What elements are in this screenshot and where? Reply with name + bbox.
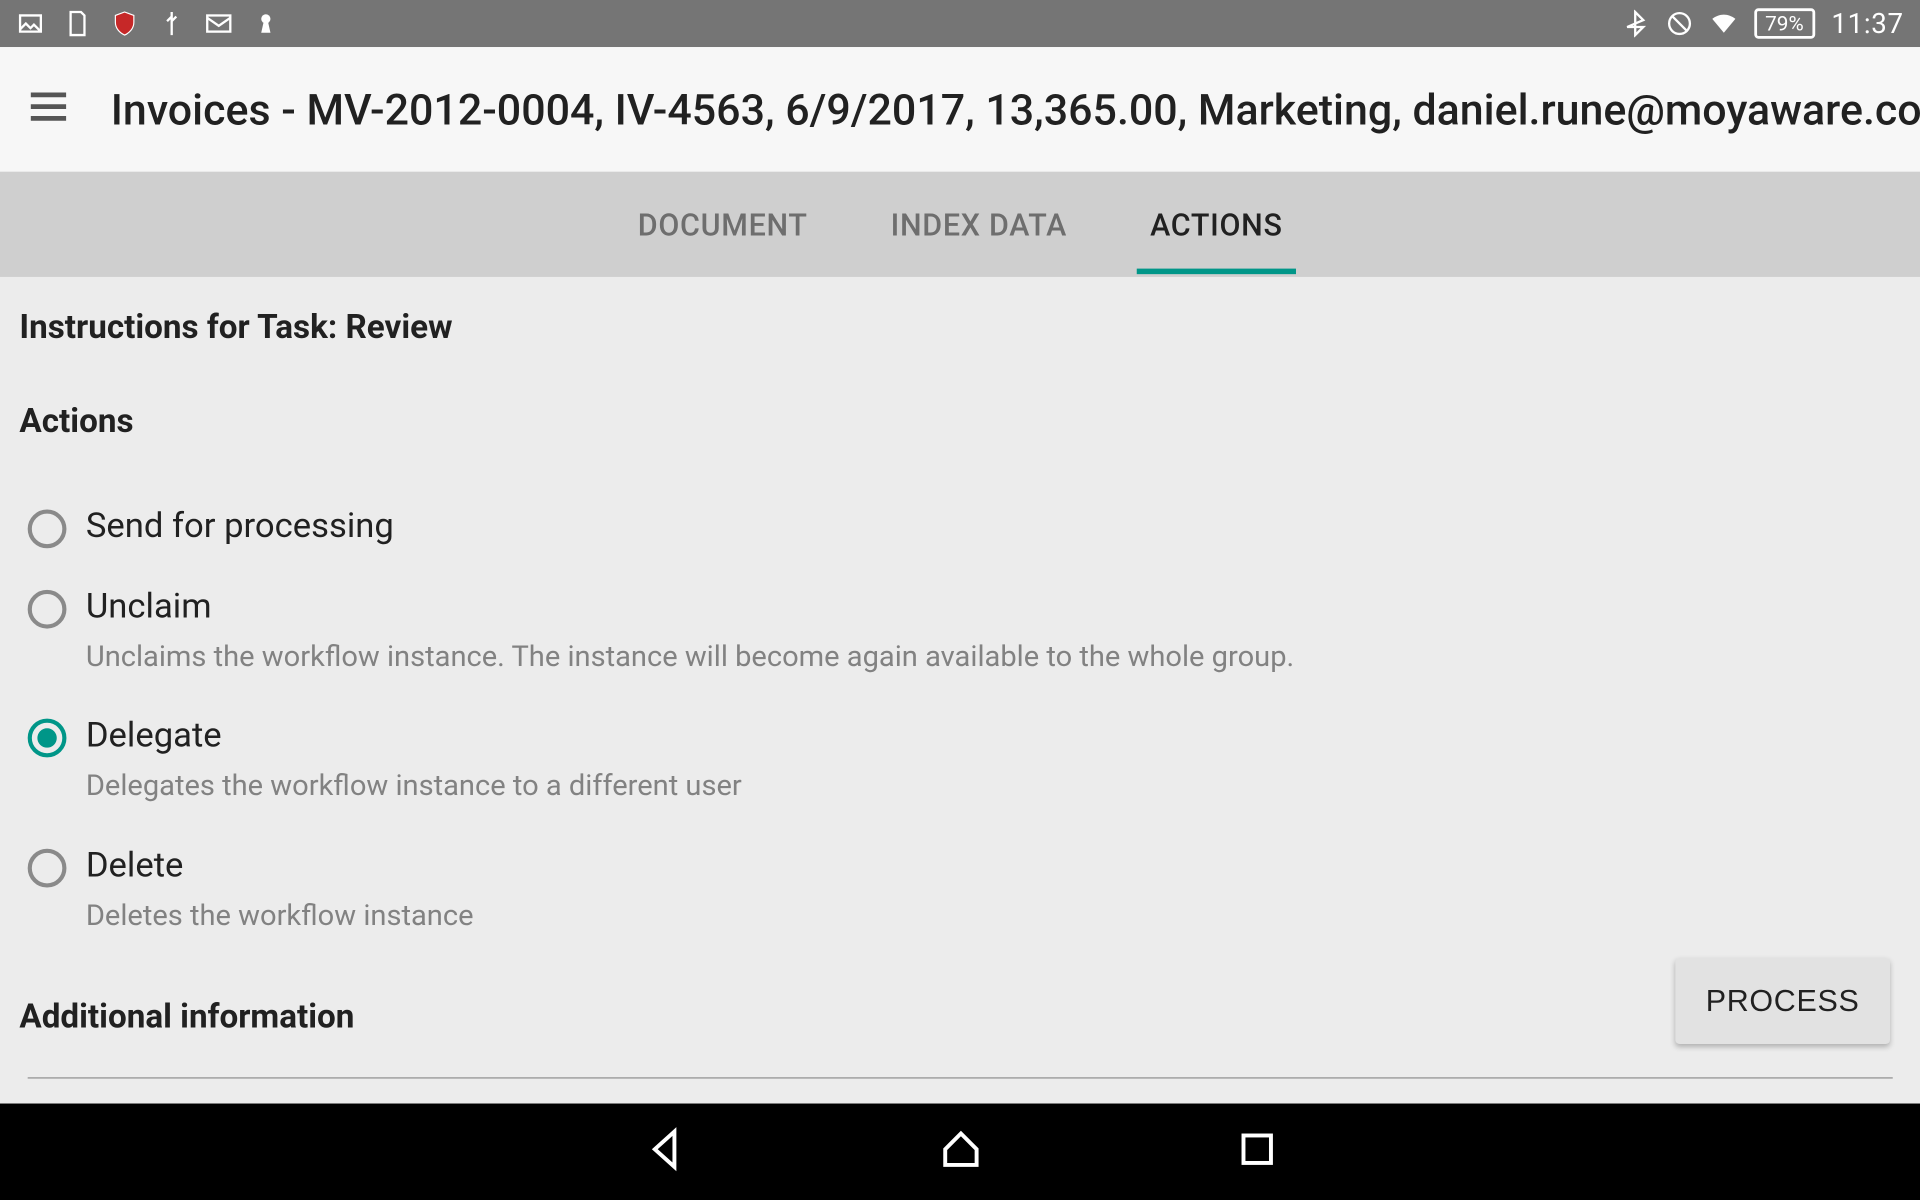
actions-radio-group: Send for processing Unclaim Unclaims the… [19, 482, 1901, 950]
content-area: Instructions for Task: Review Actions Se… [0, 277, 1920, 1079]
android-nav-bar [0, 1104, 1920, 1200]
radio-icon [28, 590, 67, 629]
tab-document[interactable]: DOCUMENT [624, 175, 822, 273]
nav-back-icon[interactable] [640, 1126, 687, 1179]
nav-home-icon[interactable] [937, 1126, 984, 1179]
shield-icon [111, 10, 139, 38]
radio-label: Send for processing [86, 507, 394, 549]
radio-icon [28, 510, 67, 549]
radio-label: Delete [86, 845, 474, 887]
radio-send-for-processing[interactable]: Send for processing [28, 482, 1901, 562]
radio-icon [28, 848, 67, 887]
radio-description: Deletes the workflow instance [86, 898, 474, 936]
process-button[interactable]: PROCESS [1675, 958, 1890, 1044]
actions-heading: Actions [19, 402, 1901, 441]
clock: 11:37 [1831, 7, 1903, 40]
radio-delegate[interactable]: Delegate Delegates the workflow instance… [28, 691, 1901, 820]
battery-indicator: 79% [1754, 8, 1815, 38]
nav-recent-icon[interactable] [1233, 1126, 1280, 1179]
gallery-icon [17, 10, 45, 38]
app-bar: Invoices - MV-2012-0004, IV-4563, 6/9/20… [0, 47, 1920, 172]
radio-delete[interactable]: Delete Deletes the workflow instance [28, 821, 1901, 950]
sdcard-icon [64, 10, 92, 38]
tab-index-data[interactable]: INDEX DATA [877, 175, 1081, 273]
android-status-bar: 79% 11:37 [0, 0, 1920, 47]
instructions-heading: Instructions for Task: Review [19, 307, 1901, 346]
radio-description: Delegates the workflow instance to a dif… [86, 769, 742, 807]
radio-unclaim[interactable]: Unclaim Unclaims the workflow instance. … [28, 562, 1901, 691]
mail-icon [205, 10, 233, 38]
radio-icon [28, 719, 67, 758]
radio-description: Unclaims the workflow instance. The inst… [86, 640, 1294, 678]
page-title: Invoices - MV-2012-0004, IV-4563, 6/9/20… [111, 84, 1920, 135]
radio-label: Delegate [86, 716, 742, 758]
text-field-underline[interactable] [28, 1077, 1893, 1078]
tab-actions[interactable]: ACTIONS [1136, 175, 1296, 273]
keyhole-icon [252, 10, 280, 38]
wifi-icon [1710, 10, 1738, 38]
additional-info-heading: Additional information [19, 997, 1901, 1036]
usb-icon [158, 10, 186, 38]
tab-bar: DOCUMENT INDEX DATA ACTIONS [0, 172, 1920, 277]
hamburger-menu-icon[interactable] [25, 83, 72, 136]
no-sim-icon [1665, 10, 1693, 38]
bluetooth-icon [1621, 10, 1649, 38]
radio-label: Unclaim [86, 587, 1294, 629]
